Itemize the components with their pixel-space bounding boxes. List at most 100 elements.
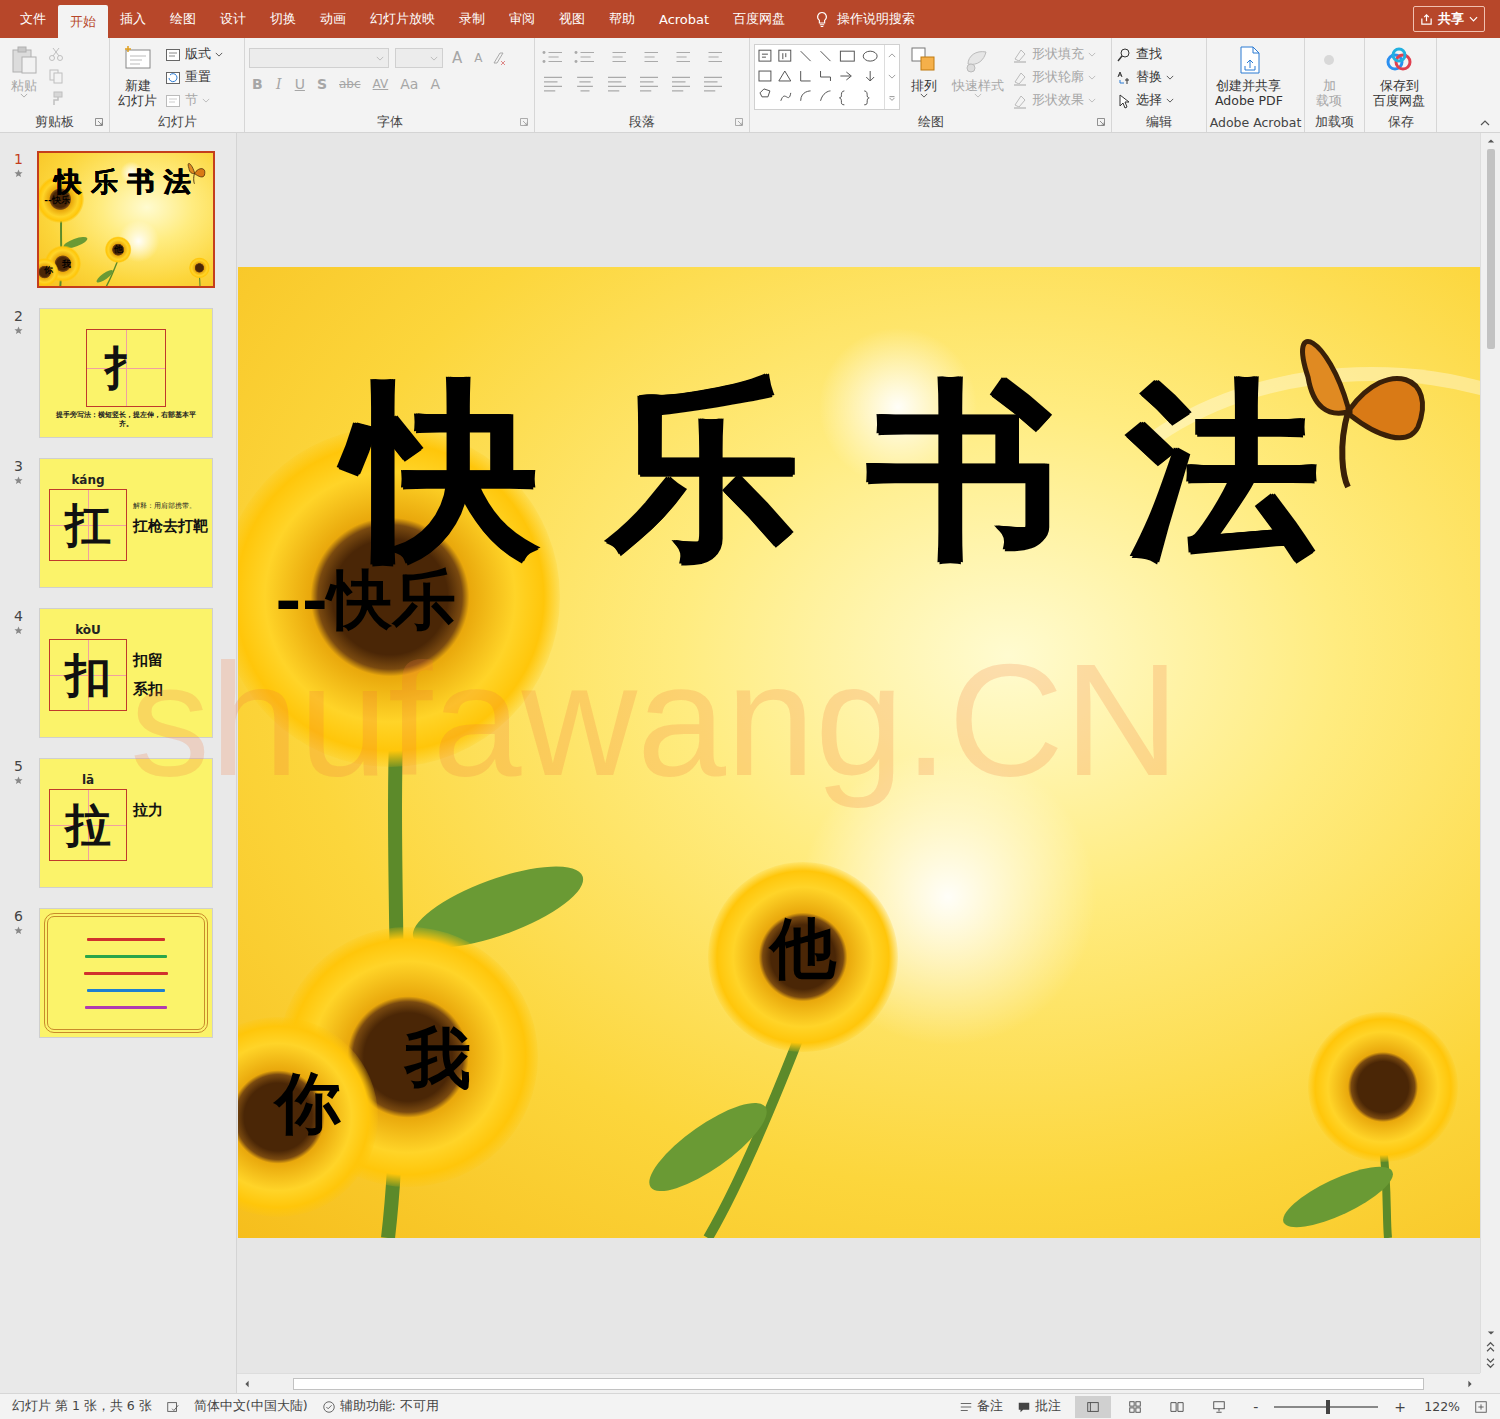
- accessibility-status[interactable]: 辅助功能: 不可用: [322, 1398, 439, 1415]
- zoom-slider[interactable]: [1274, 1406, 1378, 1408]
- font-format-button[interactable]: B: [249, 76, 266, 92]
- comments-button[interactable]: 批注: [1017, 1398, 1061, 1415]
- ribbon-tab[interactable]: 录制: [447, 0, 497, 38]
- ribbon-tab[interactable]: 切换: [258, 0, 308, 38]
- paste-button[interactable]: 粘贴: [4, 42, 44, 100]
- paragraph-format-icon[interactable]: [539, 48, 567, 66]
- chevron-down-icon[interactable]: [888, 74, 896, 79]
- share-button[interactable]: 共享: [1413, 6, 1485, 32]
- view-button[interactable]: [1075, 1396, 1111, 1418]
- editing-button[interactable]: 选择: [1116, 92, 1174, 109]
- scroll-thumb[interactable]: [293, 1378, 1424, 1390]
- font-format-button[interactable]: I: [272, 76, 286, 92]
- ribbon-tab[interactable]: 绘图: [158, 0, 208, 38]
- format-painter-icon[interactable]: [48, 90, 64, 106]
- dialog-launcher-icon[interactable]: [520, 118, 528, 126]
- slide-option-button[interactable]: 版式: [165, 46, 223, 63]
- slide-thumbnail-item[interactable]: 1快乐书法--快乐他我你: [0, 151, 236, 288]
- font-size-step-button[interactable]: A: [449, 49, 465, 67]
- dialog-launcher-icon[interactable]: [1097, 118, 1105, 126]
- slide-subtitle[interactable]: --快乐: [275, 557, 456, 644]
- new-slide-button[interactable]: 新建幻灯片: [114, 42, 161, 110]
- slide-word[interactable]: 你: [275, 1070, 341, 1136]
- slide-thumbnail[interactable]: 快乐书法--快乐他我你: [37, 151, 215, 288]
- scroll-thumb[interactable]: [1487, 149, 1495, 349]
- notes-button[interactable]: 备注: [959, 1398, 1003, 1415]
- alignment-icon[interactable]: [699, 74, 727, 92]
- dialog-launcher-icon[interactable]: [735, 118, 743, 126]
- copy-icon[interactable]: [48, 68, 64, 84]
- font-format-button[interactable]: AV: [370, 77, 392, 91]
- gallery-more-icon[interactable]: [888, 96, 896, 101]
- font-format-button[interactable]: S: [314, 76, 330, 92]
- font-name-field[interactable]: [249, 48, 389, 68]
- view-button[interactable]: [1117, 1396, 1153, 1418]
- shape-option-button[interactable]: 形状轮廓: [1012, 69, 1096, 86]
- ribbon-tab[interactable]: 插入: [108, 0, 158, 38]
- paragraph-format-icon[interactable]: [571, 48, 599, 66]
- font-size-step-button[interactable]: A: [471, 51, 485, 65]
- current-slide[interactable]: 快乐书法--快乐他我你: [238, 267, 1480, 1238]
- alignment-icon[interactable]: [539, 74, 567, 92]
- clear-formatting-icon[interactable]: [491, 50, 507, 66]
- paragraph-format-icon[interactable]: [603, 48, 631, 66]
- ribbon-tab[interactable]: Acrobat: [647, 0, 721, 38]
- ribbon-tab[interactable]: 视图: [547, 0, 597, 38]
- save-to-baidu-button[interactable]: 保存到百度网盘: [1369, 42, 1429, 110]
- language-indicator[interactable]: 简体中文(中国大陆): [194, 1398, 308, 1415]
- view-button[interactable]: [1201, 1396, 1237, 1418]
- shape-option-button[interactable]: 形状填充: [1012, 46, 1096, 63]
- slide-option-button[interactable]: 重置: [165, 69, 223, 86]
- dialog-launcher-icon[interactable]: [95, 118, 103, 126]
- paragraph-format-icon[interactable]: [667, 48, 695, 66]
- ribbon-tab[interactable]: 动画: [308, 0, 358, 38]
- ribbon-tab[interactable]: 设计: [208, 0, 258, 38]
- slide-thumbnail-item[interactable]: 2扌提手旁写法：横短竖长，提左伸，右部基本平齐。: [0, 308, 236, 438]
- editing-button[interactable]: 查找: [1116, 46, 1174, 63]
- paragraph-format-icon[interactable]: [635, 48, 663, 66]
- scroll-up-icon[interactable]: [1487, 137, 1495, 145]
- ribbon-tab[interactable]: 开始: [58, 5, 108, 38]
- scroll-left-icon[interactable]: [243, 1380, 251, 1388]
- quick-styles-button[interactable]: 快速样式: [948, 42, 1008, 100]
- ribbon-tab[interactable]: 文件: [8, 0, 58, 38]
- scroll-down-icon[interactable]: [1487, 1329, 1495, 1337]
- slide-thumbnail-item[interactable]: 6: [0, 908, 236, 1038]
- ribbon-tab[interactable]: 百度网盘: [721, 0, 797, 38]
- spelling-check-icon[interactable]: [166, 1400, 180, 1414]
- chevron-up-icon[interactable]: [888, 53, 896, 58]
- ribbon-tab[interactable]: 帮助: [597, 0, 647, 38]
- font-size-field[interactable]: [395, 48, 443, 68]
- fit-to-window-icon[interactable]: [1474, 1400, 1488, 1414]
- slide-thumbnail[interactable]: [39, 908, 213, 1038]
- cut-icon[interactable]: [48, 46, 64, 62]
- slide-word[interactable]: 我: [405, 1025, 471, 1091]
- collapse-ribbon-icon[interactable]: [1480, 120, 1490, 126]
- font-format-button[interactable]: U: [292, 76, 308, 92]
- slide-thumbnail[interactable]: káng扛解释：用肩部携带。扛枪去打靶: [39, 458, 213, 588]
- zoom-slider-thumb[interactable]: [1326, 1400, 1330, 1414]
- shapes-gallery[interactable]: [754, 44, 900, 110]
- slide-thumbnail-item[interactable]: 3káng扛解释：用肩部携带。扛枪去打靶: [0, 458, 236, 588]
- horizontal-scrollbar[interactable]: [237, 1373, 1480, 1393]
- zoom-in-button[interactable]: +: [1392, 1399, 1408, 1415]
- slide-word[interactable]: 他: [770, 915, 836, 981]
- addins-button[interactable]: 加载项: [1309, 42, 1349, 110]
- font-format-button[interactable]: Aa: [397, 76, 421, 92]
- alignment-icon[interactable]: [571, 74, 599, 92]
- slide-thumbnail[interactable]: 扌提手旁写法：横短竖长，提左伸，右部基本平齐。: [39, 308, 213, 438]
- slide-thumbnail[interactable]: kòU扣扣留系扣: [39, 608, 213, 738]
- ribbon-tab[interactable]: 幻灯片放映: [358, 0, 447, 38]
- alignment-icon[interactable]: [667, 74, 695, 92]
- vertical-scrollbar[interactable]: [1480, 133, 1500, 1373]
- arrange-button[interactable]: 排列: [904, 42, 944, 100]
- alignment-icon[interactable]: [635, 74, 663, 92]
- previous-slide-icon[interactable]: [1486, 1341, 1495, 1353]
- font-format-button[interactable]: A: [427, 76, 443, 92]
- alignment-icon[interactable]: [603, 74, 631, 92]
- zoom-out-button[interactable]: -: [1251, 1399, 1260, 1415]
- view-button[interactable]: [1159, 1396, 1195, 1418]
- slide-option-button[interactable]: 节: [165, 92, 223, 109]
- paragraph-format-icon[interactable]: [699, 48, 727, 66]
- editing-button[interactable]: 替换: [1116, 69, 1174, 86]
